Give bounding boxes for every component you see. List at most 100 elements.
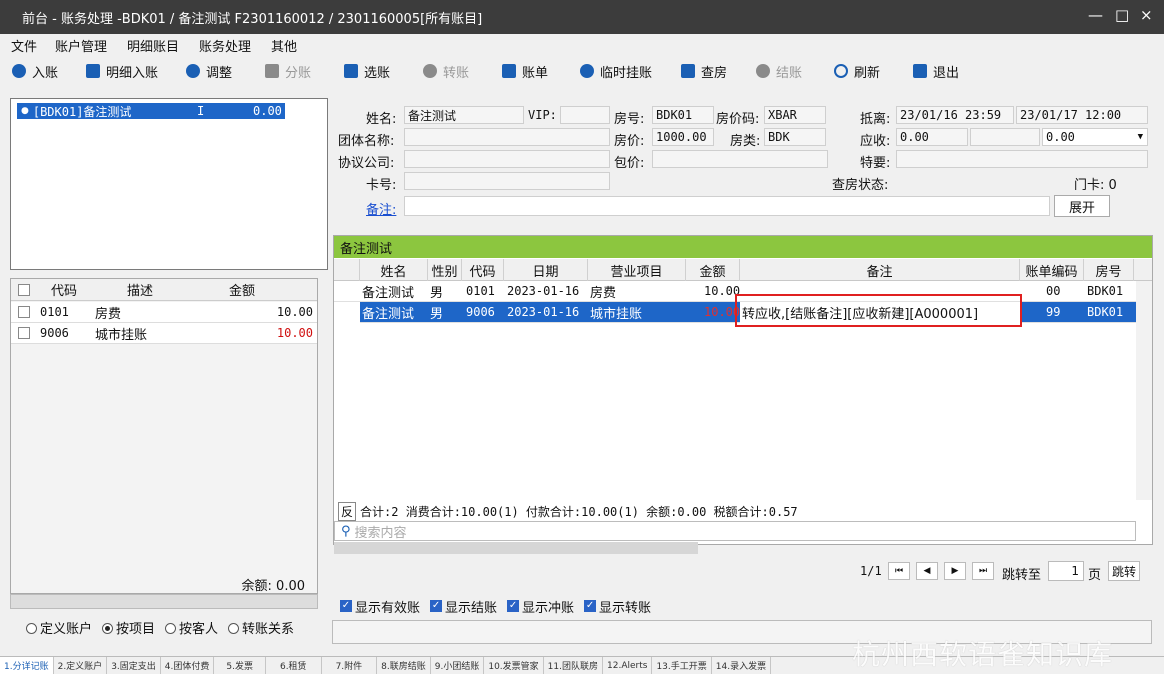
cell-sex: 男 xyxy=(430,306,444,322)
company-label: 协议公司: xyxy=(338,156,395,171)
filter-reversed[interactable]: ✓ 显示冲账 xyxy=(507,597,574,616)
tab-3[interactable]: 3.固定支出 xyxy=(107,657,161,674)
cell-date: 2023-01-16 xyxy=(507,284,580,298)
receivable-field[interactable]: 0.00 xyxy=(896,128,968,146)
select-bill-label: 选账 xyxy=(364,65,391,81)
checkout-button[interactable]: 结账 xyxy=(756,61,802,81)
maximize-button[interactable]: □ xyxy=(1115,6,1129,24)
company-field[interactable] xyxy=(404,150,610,168)
close-button[interactable]: × xyxy=(1140,6,1153,24)
summary-text: 合计:2 消费合计:10.00(1) 付款合计:10.00(1) 余额:0.00… xyxy=(360,504,798,519)
tab-9[interactable]: 9.小团结账 xyxy=(431,657,485,674)
price-field[interactable]: 1000.00 xyxy=(652,128,714,146)
price-label: 房价: xyxy=(614,134,645,149)
receivable-select[interactable]: 0.00 ▼ xyxy=(1042,128,1148,146)
detail-post-button[interactable]: 明细入账 xyxy=(86,61,158,81)
departure-field[interactable]: 23/01/17 12:00 xyxy=(1016,106,1148,124)
table-row[interactable]: 9006 城市挂账 10.00 xyxy=(11,323,317,344)
radio-define-account[interactable]: 定义账户 xyxy=(26,618,92,637)
row-checkbox[interactable] xyxy=(18,327,30,339)
filter-settled[interactable]: ✓ 显示结账 xyxy=(430,597,497,616)
filter-transfer[interactable]: ✓ 显示转账 xyxy=(584,597,651,616)
refresh-button[interactable]: 刷新 xyxy=(834,61,880,81)
reverse-toggle[interactable]: 反 xyxy=(338,501,357,521)
menu-billing[interactable]: 账务处理 xyxy=(199,36,251,55)
remark-link[interactable]: 备注: xyxy=(366,199,396,218)
tab-13[interactable]: 13.手工开票 xyxy=(652,657,712,674)
select-bill-button[interactable]: 选账 xyxy=(344,61,390,81)
tab-6[interactable]: 6.租赁 xyxy=(266,657,322,674)
header-amount: 金额 xyxy=(229,284,256,299)
table-row[interactable]: 0101 房费 10.00 xyxy=(11,302,317,323)
prev-page-button[interactable]: ◀ xyxy=(916,562,938,580)
exit-button[interactable]: 退出 xyxy=(913,61,959,81)
house-icon xyxy=(681,64,695,78)
name-field[interactable]: 备注测试 xyxy=(404,106,524,124)
tab-11[interactable]: 11.团队联房 xyxy=(544,657,603,674)
tab-1[interactable]: 1.分详记账 xyxy=(0,657,54,674)
group-field[interactable] xyxy=(404,128,610,146)
grid-vscroll[interactable] xyxy=(1136,281,1152,501)
last-page-button[interactable]: ⏭ xyxy=(972,562,994,580)
filter-valid[interactable]: ✓ 显示有效账 xyxy=(340,597,420,616)
adjust-button[interactable]: 调整 xyxy=(186,61,232,81)
table-header: 代码 描述 金额 xyxy=(11,279,317,301)
room-type-field[interactable]: BDK xyxy=(764,128,826,146)
receivable-mid-field[interactable] xyxy=(970,128,1040,146)
select-all-checkbox[interactable] xyxy=(18,283,30,296)
row-checkbox[interactable] xyxy=(18,306,30,318)
first-page-button[interactable]: ⏮ xyxy=(888,562,910,580)
expand-button[interactable]: 展开 xyxy=(1054,195,1110,217)
row-amount: 10.00 xyxy=(276,326,313,340)
room-check-button[interactable]: 查房 xyxy=(681,61,727,81)
card-label: 卡号: xyxy=(366,178,397,193)
row-desc: 房费 xyxy=(95,306,122,322)
checkbox[interactable]: ✓ xyxy=(584,600,597,612)
remark-field[interactable] xyxy=(404,196,1050,216)
view-mode-group: 定义账户 按项目 按客人 转账关系 xyxy=(10,594,318,642)
radio-by-item[interactable]: 按项目 xyxy=(102,618,155,637)
arrival-field[interactable]: 23/01/16 23:59 xyxy=(896,106,1014,124)
special-field[interactable] xyxy=(896,150,1148,168)
menu-file[interactable]: 文件 xyxy=(11,36,37,55)
tab-5[interactable]: 5.发票 xyxy=(214,657,266,674)
card-field[interactable] xyxy=(404,172,610,190)
tab-2[interactable]: 2.定义账户 xyxy=(54,657,108,674)
checkbox[interactable]: ✓ xyxy=(507,600,520,612)
rate-code-field[interactable]: XBAR xyxy=(764,106,826,124)
menu-other[interactable]: 其他 xyxy=(271,36,297,55)
bill-button[interactable]: 账单 xyxy=(502,61,548,81)
tab-14[interactable]: 14.录入发票 xyxy=(712,657,772,674)
tab-8[interactable]: 8.联房结账 xyxy=(377,657,431,674)
header-name: 姓名 xyxy=(360,259,428,281)
menu-account[interactable]: 账户管理 xyxy=(55,36,107,55)
jump-button[interactable]: 跳转 xyxy=(1108,561,1140,581)
vip-field[interactable] xyxy=(560,106,610,124)
post-button[interactable]: 入账 xyxy=(12,61,58,81)
checkbox[interactable]: ✓ xyxy=(430,600,443,612)
balance-label: 余额: 0.00 xyxy=(241,579,305,594)
tab-10[interactable]: 10.发票管家 xyxy=(484,657,544,674)
next-page-button[interactable]: ▶ xyxy=(944,562,966,580)
grid-hscroll[interactable] xyxy=(334,542,698,554)
checkbox[interactable]: ✓ xyxy=(340,600,352,612)
radio-by-guest[interactable]: 按客人 xyxy=(165,618,218,637)
split-button[interactable]: 分账 xyxy=(265,61,311,81)
room-field[interactable]: BDK01 xyxy=(652,106,714,124)
minimize-button[interactable]: — xyxy=(1088,6,1103,24)
transfer-button[interactable]: 转账 xyxy=(423,61,469,81)
temp-charge-button[interactable]: 临时挂账 xyxy=(580,61,652,81)
left-hscroll[interactable] xyxy=(10,594,318,609)
tab-12[interactable]: 12.Alerts xyxy=(603,657,653,674)
tab-4[interactable]: 4.团体付费 xyxy=(161,657,215,674)
menu-detail[interactable]: 明细账目 xyxy=(127,36,179,55)
radio-transfer-relation[interactable]: 转账关系 xyxy=(228,618,294,637)
name-label: 姓名: xyxy=(366,112,397,127)
search-input[interactable]: ⚲ 搜索内容 xyxy=(334,521,1136,541)
page-number-input[interactable]: 1 xyxy=(1048,561,1084,581)
tab-7[interactable]: 7.附件 xyxy=(322,657,378,674)
guest-list-item[interactable]: ● [BDK01]备注测试 I 0.00 xyxy=(17,103,285,119)
refresh-icon xyxy=(834,64,848,78)
cell-date: 2023-01-16 xyxy=(507,305,580,319)
package-field[interactable] xyxy=(652,150,828,168)
